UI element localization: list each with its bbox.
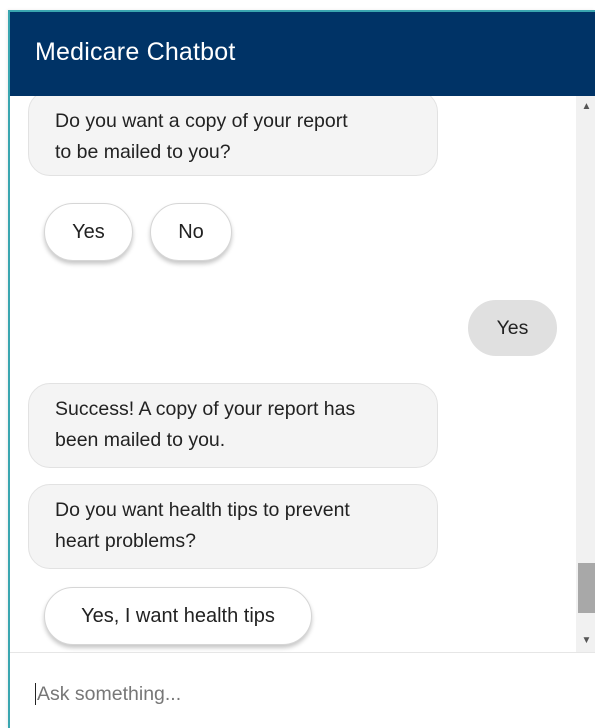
chat-widget: Medicare Chatbot Do you want a copy of y… xyxy=(8,10,595,728)
bot-message-tips-prompt: Do you want health tips to prevent heart… xyxy=(28,484,438,569)
message-line: to be mailed to you? xyxy=(55,141,231,163)
message-list: Do you want a copy of your report to be … xyxy=(10,96,576,652)
user-message: Yes xyxy=(468,300,557,356)
input-bar xyxy=(10,652,595,728)
chat-title: Medicare Chatbot xyxy=(35,38,236,66)
bot-message-mail-prompt: Do you want a copy of your report to be … xyxy=(28,96,438,176)
message-line: heart problems? xyxy=(55,530,196,552)
message-line: Success! A copy of your report has xyxy=(55,398,356,420)
scroll-thumb[interactable] xyxy=(578,563,595,613)
quick-reply-no-button[interactable]: No xyxy=(150,203,232,261)
message-line: Do you want a copy of your report xyxy=(55,110,348,132)
quick-reply-health-tips-button[interactable]: Yes, I want health tips xyxy=(44,587,312,645)
quick-reply-yes-button[interactable]: Yes xyxy=(44,203,133,261)
scroll-up-icon[interactable]: ▲ xyxy=(576,98,595,116)
chat-header: Medicare Chatbot xyxy=(10,10,595,96)
message-line: Do you want health tips to prevent xyxy=(55,499,350,521)
bot-message-success: Success! A copy of your report has been … xyxy=(28,383,438,468)
scroll-down-icon[interactable]: ▼ xyxy=(576,632,595,650)
message-input[interactable] xyxy=(35,675,575,713)
message-scrollbar[interactable]: ▲ ▼ xyxy=(576,96,595,652)
message-line: been mailed to you. xyxy=(55,429,226,451)
